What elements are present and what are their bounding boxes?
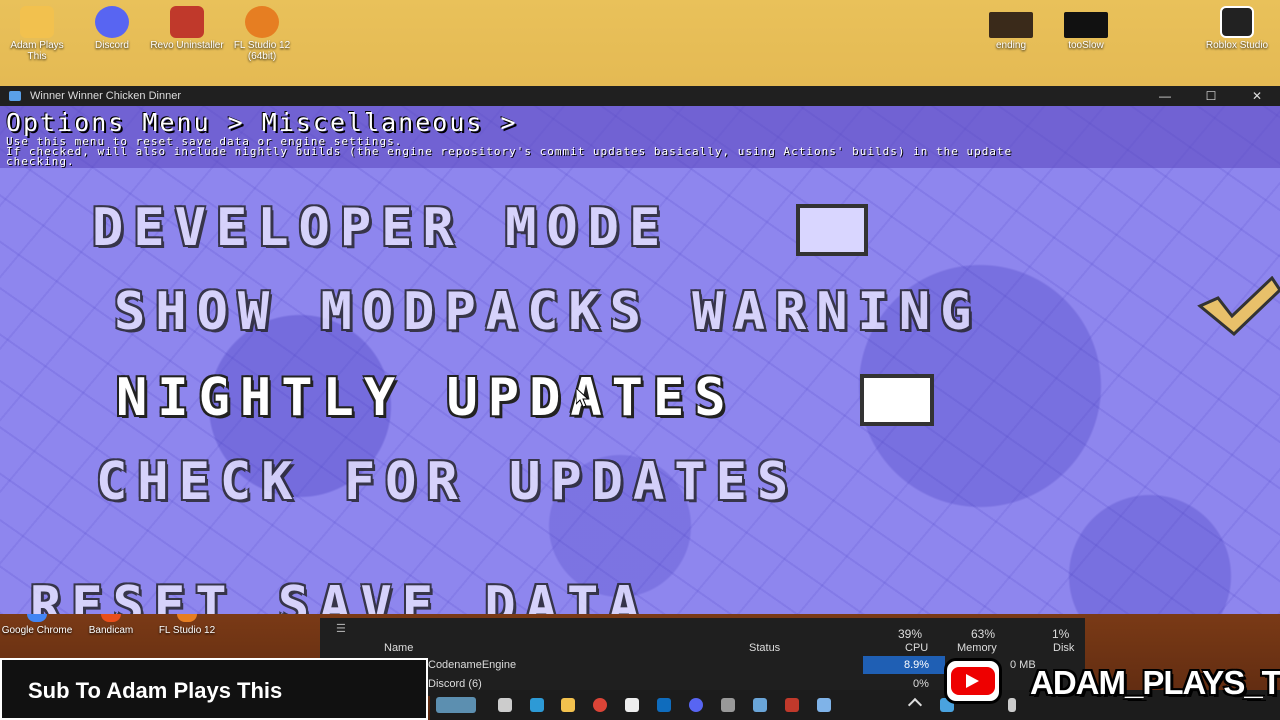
game-taskbar-icon[interactable] <box>817 698 831 712</box>
option-show-modpacks-warning[interactable]: SHOW MODPACKS WARNING <box>114 282 981 342</box>
desktop-icon-google-chrome[interactable]: Google Chrome <box>0 614 74 636</box>
desktop-icon-label: FL Studio 12 <box>158 625 216 636</box>
window-titlebar[interactable]: Winner Winner Chicken Dinner — ☐ ✕ <box>0 86 1280 106</box>
subscribe-banner: Sub To Adam Plays This <box>0 658 428 720</box>
process-cpu: 8.9% <box>904 659 930 671</box>
description-line: checking. <box>6 155 75 168</box>
column-status[interactable]: Status <box>749 642 780 654</box>
desktop-icon-label: tooSlow <box>1068 40 1104 51</box>
desktop-icon-label: Discord <box>95 40 129 51</box>
revo-uninstaller-icon <box>170 6 204 38</box>
desktop-icon-adam-plays-this[interactable]: Adam Plays This <box>0 0 74 62</box>
roblox-studio-icon <box>1220 6 1254 38</box>
desktop-icon-label: Bandicam <box>88 625 134 636</box>
task-view-icon[interactable] <box>498 698 512 712</box>
edge-icon[interactable] <box>530 698 544 712</box>
desktop-icon-label: FL Studio 12 (64bit) <box>233 40 291 62</box>
discord-icon <box>95 6 129 38</box>
show-modpacks-warning-checkbox[interactable] <box>1196 275 1280 337</box>
app-icon <box>9 91 21 101</box>
memory-total: 63% <box>971 627 996 641</box>
window-title: Winner Winner Chicken Dinner <box>30 90 181 102</box>
fl-studio-icon <box>245 6 279 38</box>
desktop-icon-fl-studio[interactable]: FL Studio 12 (64bit) <box>225 0 299 62</box>
column-name[interactable]: Name <box>384 642 413 654</box>
youtube-logo-icon <box>944 658 1002 704</box>
description-line: If checked, will also include nightly bu… <box>6 145 1013 158</box>
outlook-icon[interactable] <box>657 698 671 712</box>
option-developer-mode[interactable]: DEVELOPER MODE <box>92 198 670 258</box>
option-check-for-updates[interactable]: CHECK FOR UPDATES <box>96 452 798 512</box>
desktop-icon-ending[interactable]: ending <box>974 0 1048 51</box>
weather-widget-icon[interactable] <box>436 697 476 713</box>
video-file-icon <box>989 12 1033 38</box>
folder-icon <box>20 6 54 38</box>
breadcrumb: Options Menu > Miscellaneous > <box>6 108 518 137</box>
cpu-total: 39% <box>898 627 923 641</box>
game-window: Winner Winner Chicken Dinner — ☐ ✕ Optio… <box>0 86 1280 614</box>
desktop-icon-label: Roblox Studio <box>1205 40 1269 51</box>
column-memory[interactable]: Memory <box>957 642 997 654</box>
chrome-icon[interactable] <box>593 698 607 712</box>
close-button[interactable]: ✕ <box>1234 86 1280 106</box>
minimize-button[interactable]: — <box>1142 86 1188 106</box>
chrome-icon <box>27 614 47 622</box>
desktop-icon-bandicam[interactable]: Bandicam <box>74 614 148 636</box>
disk-total: 1% <box>1052 627 1070 641</box>
desktop-icon-discord[interactable]: Discord <box>75 0 149 51</box>
process-cpu: 0% <box>913 678 929 690</box>
video-file-icon <box>1064 12 1108 38</box>
desktop-icon-label: Google Chrome <box>1 625 73 636</box>
photos-icon[interactable] <box>753 698 767 712</box>
process-name: Discord (6) <box>428 678 482 690</box>
checkmark-icon <box>1197 275 1280 337</box>
notepad-icon[interactable] <box>625 698 639 712</box>
task-manager-menu-icon[interactable]: ☰ <box>336 622 346 635</box>
nightly-updates-checkbox[interactable] <box>860 374 934 426</box>
game-canvas[interactable]: Options Menu > Miscellaneous > Use this … <box>0 106 1280 614</box>
desktop-icon-revo-uninstaller[interactable]: Revo Uninstaller <box>150 0 224 51</box>
file-explorer-icon[interactable] <box>561 698 575 712</box>
mouse-cursor-icon <box>576 388 590 408</box>
desktop-icon-tooslow[interactable]: tooSlow <box>1049 0 1123 51</box>
desktop-icon-fl-studio-12[interactable]: FL Studio 12 <box>150 614 224 636</box>
desktop-icon-label: Revo Uninstaller <box>150 40 224 51</box>
desktop-icon-roblox-studio[interactable]: Roblox Studio <box>1200 0 1274 51</box>
maximize-button[interactable]: ☐ <box>1188 86 1234 106</box>
developer-mode-checkbox[interactable] <box>796 204 868 256</box>
process-name: CodenameEngine <box>428 659 517 671</box>
fl-studio-icon <box>177 614 197 622</box>
microphone-icon[interactable] <box>1008 698 1016 712</box>
chevron-up-icon[interactable] <box>907 697 923 713</box>
option-reset-save-data[interactable]: RESET SAVE DATA <box>30 576 650 614</box>
revo-uninstaller-icon[interactable] <box>785 698 799 712</box>
desktop-icon-label: ending <box>995 40 1027 51</box>
bandicam-icon <box>101 614 121 622</box>
channel-name: ADAM_PLAYS_THIS <box>1030 664 1280 701</box>
column-cpu[interactable]: CPU <box>905 642 928 654</box>
discord-icon[interactable] <box>689 698 703 712</box>
desktop-icon-label: Adam Plays This <box>10 40 64 62</box>
option-nightly-updates[interactable]: NIGHTLY UPDATES <box>116 368 736 428</box>
play-triangle-icon <box>966 674 979 688</box>
column-disk[interactable]: Disk <box>1053 642 1074 654</box>
subscribe-text: Sub To Adam Plays This <box>28 678 283 703</box>
settings-icon[interactable] <box>721 698 735 712</box>
